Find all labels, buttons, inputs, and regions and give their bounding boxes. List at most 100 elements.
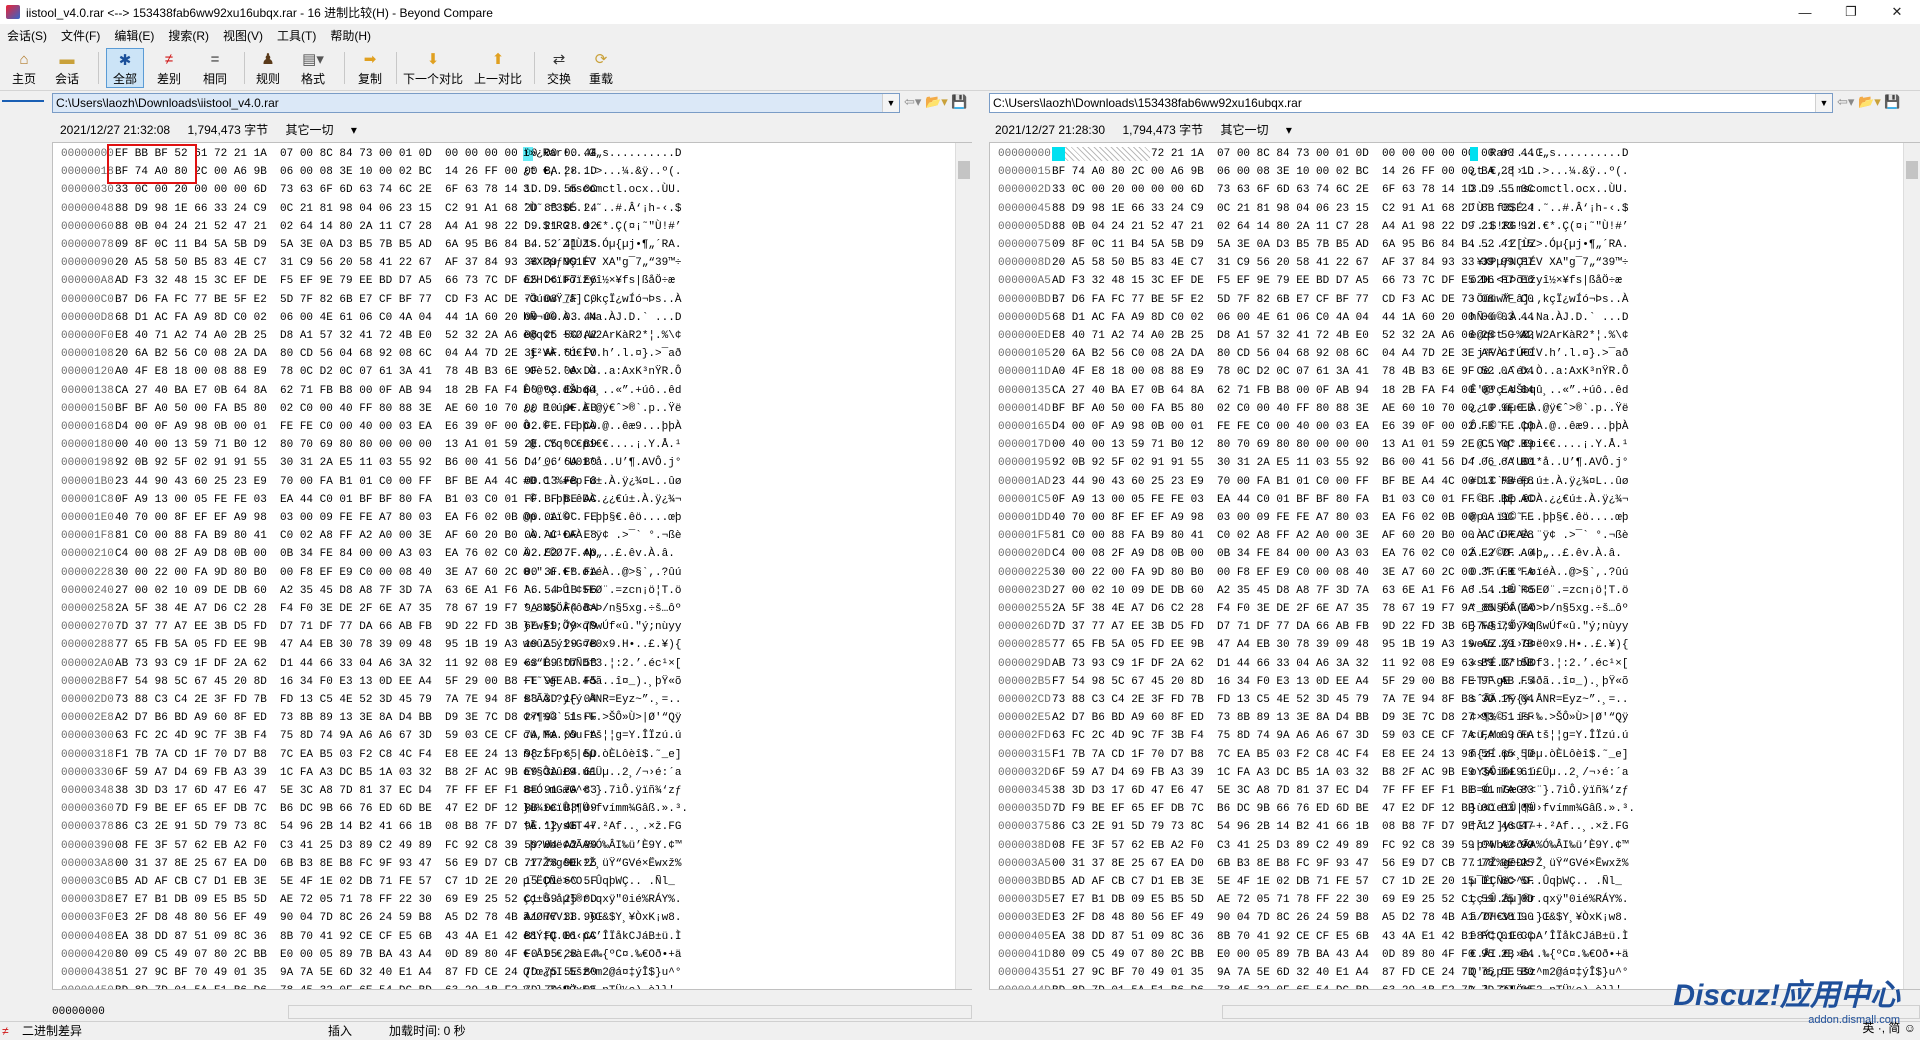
hex-row[interactable]: 000002B8 F7 54 98 5C 67 45 20 8D 16 34 F0…	[53, 673, 971, 691]
hex-row[interactable]: 0000038D 08 FE 3F 57 62 EB A2 F0 C3 41 25…	[990, 837, 1919, 855]
session-button[interactable]: ▬ 会话	[50, 48, 84, 88]
hex-row[interactable]: 00000168 D4 00 0F A9 98 0B 00 01 FE FE C0…	[53, 418, 971, 436]
hex-row[interactable]: 00000405 EA 38 DD 87 51 09 8C 36 8B 70 41…	[990, 928, 1919, 946]
hex-row[interactable]: 00000180 00 40 00 13 59 71 B0 12 80 70 69…	[53, 436, 971, 454]
hex-row[interactable]: 000001E0 40 70 00 8F EF EF A9 98 03 00 09…	[53, 509, 971, 527]
hex-row[interactable]: 00000390 08 FE 3F 57 62 EB A2 F0 C3 41 25…	[53, 837, 971, 855]
hex-row[interactable]: 000002CD 73 88 C3 C4 2E 3F FD 7B FD 13 C5…	[990, 691, 1919, 709]
hex-row[interactable]: 0000002D 33 0C 00 20 00 00 00 6D 73 63 6F…	[990, 181, 1919, 199]
hex-row[interactable]: 000001C8 0F A9 13 00 05 FE FE 03 EA 44 C0…	[53, 491, 971, 509]
hex-row[interactable]: 000001F5 81 C0 00 88 FA B9 80 41 C0 02 A8…	[990, 527, 1919, 545]
right-filter-dropdown[interactable]: 其它一切 ▾	[1221, 123, 1306, 137]
minimize-button[interactable]: —	[1782, 0, 1828, 24]
hex-row[interactable]: 0000026D 7D 37 77 A7 EE 3B D5 FD D7 71 DF…	[990, 618, 1919, 636]
hex-row[interactable]: 0000032D 6F 59 A7 D4 69 FB A3 39 1C FA A3…	[990, 764, 1919, 782]
hex-row[interactable]: 00000225 30 00 22 00 FA 9D 80 B0 00 F8 EF…	[990, 564, 1919, 582]
hex-row[interactable]: 00000378 86 C3 2E 91 5D 79 73 8C 54 96 2B…	[53, 818, 971, 836]
hex-row[interactable]: 00000420 80 09 C5 49 07 80 2C BB E0 00 05…	[53, 946, 971, 964]
right-vertical-scrollbar[interactable]	[1903, 143, 1920, 989]
maximize-button[interactable]: ❐	[1828, 0, 1874, 24]
hex-row[interactable]: 000002E8 A2 D7 B6 BD A9 60 8F ED 73 8B 89…	[53, 709, 971, 727]
hex-row[interactable]: 00000285 77 65 FB 5A 05 FD EE 9B 47 A4 EB…	[990, 636, 1919, 654]
hex-row[interactable]: 000003D5 E7 E7 B1 DB 09 E5 B5 5D AE 72 05…	[990, 891, 1919, 909]
left-filter-dropdown[interactable]: 其它一切 ▾	[286, 123, 371, 137]
hex-row[interactable]: 00000375 86 C3 2E 91 5D 79 73 8C 54 96 2B…	[990, 818, 1919, 836]
hex-row[interactable]: 00000108 20 6A B2 56 C0 08 2A DA 80 CD 56…	[53, 345, 971, 363]
hex-row[interactable]: 000002B5 F7 54 98 5C 67 45 20 8D 16 34 F0…	[990, 673, 1919, 691]
left-vertical-scrollbar[interactable]	[955, 143, 973, 989]
hex-row[interactable]: 00000060 88 0B 04 24 21 52 47 21 02 64 14…	[53, 218, 971, 236]
close-button[interactable]: ✕	[1874, 0, 1920, 24]
hex-row[interactable]: 000000D8 68 D1 AC FA A9 8D C0 02 06 00 4E…	[53, 309, 971, 327]
chevron-down-icon[interactable]: ▼	[882, 94, 899, 112]
reload-button[interactable]: ⟳ 重载	[584, 48, 618, 88]
menu-help[interactable]: 帮助(H)	[323, 27, 378, 44]
hex-row[interactable]: 000002A0 AB 73 93 C9 1F DF 2A 62 D1 44 66…	[53, 655, 971, 673]
hex-row[interactable]: 000001AD 23 44 90 43 60 25 23 E9 70 00 FA…	[990, 473, 1919, 491]
hex-row[interactable]: 00000150 BF BF A0 50 00 FA B5 80 02 C0 00…	[53, 400, 971, 418]
menu-file[interactable]: 文件(F)	[54, 27, 107, 44]
hex-row[interactable]: 0000011D A0 4F E8 18 00 08 88 E9 78 0C D2…	[990, 363, 1919, 381]
hex-row[interactable]: 00000360 7D F9 BE EF 65 EF DB 7C B6 DC 9B…	[53, 800, 971, 818]
right-scroll-thumb[interactable]	[1906, 161, 1918, 179]
hex-row[interactable]: 00000030 33 0C 00 20 00 00 00 6D 73 63 6F…	[53, 181, 971, 199]
hex-row[interactable]: 000000ED E8 40 71 A2 74 A0 2B 25 D8 A1 57…	[990, 327, 1919, 345]
next-diff-button[interactable]: ⬇ 下一个对比	[402, 48, 464, 88]
hex-row[interactable]: 00000255 2A 5F 38 4E A7 D6 C2 28 F4 F0 3E…	[990, 600, 1919, 618]
hex-row[interactable]: 00000330 6F 59 A7 D4 69 FB A3 39 1C FA A3…	[53, 764, 971, 782]
hex-row[interactable]: 00000195 92 0B 92 5F 02 91 91 55 30 31 2A…	[990, 454, 1919, 472]
back-arrow-icon[interactable]: ⇦▾	[904, 94, 921, 109]
hex-row[interactable]: 00000048 88 D9 98 1E 66 33 24 C9 0C 21 81…	[53, 200, 971, 218]
hex-row[interactable]: 000001F8 81 C0 00 88 FA B9 80 41 C0 02 A8…	[53, 527, 971, 545]
folder-icon[interactable]: 📂▾	[925, 94, 948, 109]
left-hex-pane[interactable]: 00000000 EF BB BF 52 61 72 21 1A 07 00 8C…	[52, 142, 972, 990]
hex-row[interactable]: 00000165 D4 00 0F A9 98 0B 00 01 FE FE C0…	[990, 418, 1919, 436]
hex-row[interactable]: 000002E5 A2 D7 B6 BD A9 60 8F ED 73 8B 89…	[990, 709, 1919, 727]
hex-row[interactable]: 00000345 38 3D D3 17 6D 47 E6 47 5E 3C A8…	[990, 782, 1919, 800]
hex-row[interactable]: 000003A8 00 31 37 8E 25 67 EA D0 6B B3 8E…	[53, 855, 971, 873]
hex-row[interactable]: 000000A5 AD F3 32 48 15 3C EF DE F5 EF 9E…	[990, 272, 1919, 290]
menu-tools[interactable]: 工具(T)	[270, 27, 323, 44]
hex-row[interactable]: 0000017D 00 40 00 13 59 71 B0 12 80 70 69…	[990, 436, 1919, 454]
hex-row[interactable]: 00000450BD 8D 7D 01 5A E1 B6 D6 78 45 32…	[53, 982, 971, 989]
hex-row[interactable]: 00000438 51 27 9C BF 70 49 01 35 9A 7A 5E…	[53, 964, 971, 982]
hex-row[interactable]: 00000075 09 8F 0C 11 B4 5A 5B D9 5A 3E 0A…	[990, 236, 1919, 254]
hex-row[interactable]: 00000348 38 3D D3 17 6D 47 E6 47 5E 3C A8…	[53, 782, 971, 800]
left-path-input[interactable]: C:\Users\laozh\Downloads\iistool_v4.0.ra…	[52, 93, 900, 113]
hex-row[interactable]: 0000041D 80 09 C5 49 07 80 2C BB E0 00 05…	[990, 946, 1919, 964]
hex-row[interactable]: 00000198 92 0B 92 5F 02 91 91 55 30 31 2A…	[53, 454, 971, 472]
hex-row[interactable]: 00000210 C4 00 08 2F A9 D8 0B 00 0B 34 FE…	[53, 545, 971, 563]
hex-row[interactable]: 00000105 20 6A B2 56 C0 08 2A DA 80 CD 56…	[990, 345, 1919, 363]
format-button[interactable]: ▤▾ 格式	[292, 48, 334, 88]
hex-row[interactable]: 00000270 7D 37 77 A7 EE 3B D5 FD D7 71 DF…	[53, 618, 971, 636]
swap-button[interactable]: ⇄ 交换	[542, 48, 576, 88]
back-arrow-icon[interactable]: ⇦▾	[1837, 94, 1854, 109]
hex-row[interactable]: 000000A8 AD F3 32 48 15 3C EF DE F5 EF 9E…	[53, 272, 971, 290]
hex-row[interactable]: 000000D5 68 D1 AC FA A9 8D C0 02 06 00 4E…	[990, 309, 1919, 327]
hex-row[interactable]: 00000300 63 FC 2C 4D 9C 7F 3B F4 75 8D 74…	[53, 727, 971, 745]
left-scroll-thumb[interactable]	[958, 161, 970, 179]
hex-row[interactable]: 00000015 BF 74 A0 80 2C 00 A6 9B 06 00 08…	[990, 163, 1919, 181]
hex-row[interactable]: 00000408 EA 38 DD 87 51 09 8C 36 8B 70 41…	[53, 928, 971, 946]
menu-edit[interactable]: 编辑(E)	[107, 27, 161, 44]
hex-row[interactable]: 0000035D 7D F9 BE EF 65 EF DB 7C B6 DC 9B…	[990, 800, 1919, 818]
hex-row[interactable]: 0000005D 88 0B 04 24 21 52 47 21 02 64 14…	[990, 218, 1919, 236]
home-button[interactable]: ⌂ 主页	[8, 48, 40, 88]
menu-view[interactable]: 视图(V)	[216, 27, 270, 44]
hex-row[interactable]: 000002D0 73 88 C3 C4 2E 3F FD 7B FD 13 C5…	[53, 691, 971, 709]
menu-search[interactable]: 搜索(R)	[161, 27, 216, 44]
hex-row[interactable]: 000003C0 B5 AD AF CB C7 D1 EB 3E 5E 4F 1E…	[53, 873, 971, 891]
show-diffs-button[interactable]: ≠ 差别	[150, 48, 188, 88]
show-all-button[interactable]: ✱ 全部	[106, 48, 144, 88]
hex-row[interactable]: 00000258 2A 5F 38 4E A7 D6 C2 28 F4 F0 3E…	[53, 600, 971, 618]
hex-row[interactable]: 000001DD 40 70 00 8F EF EF A9 98 03 00 09…	[990, 509, 1919, 527]
chevron-down-icon[interactable]: ▼	[1815, 94, 1832, 112]
right-path-input[interactable]: C:\Users\laozh\Downloads\153438fab6ww92x…	[989, 93, 1833, 113]
menu-session[interactable]: 会话(S)	[0, 27, 54, 44]
hex-row[interactable]: 00000288 77 65 FB 5A 05 FD EE 9B 47 A4 EB…	[53, 636, 971, 654]
hex-row[interactable]: 0000029D AB 73 93 C9 1F DF 2A 62 D1 44 66…	[990, 655, 1919, 673]
hex-row[interactable]: 00000138 CA 27 40 BA E7 0B 64 8A 62 71 FB…	[53, 382, 971, 400]
rules-button[interactable]: ♟ 规则	[250, 48, 286, 88]
prev-diff-button[interactable]: ⬆ 上一对比	[470, 48, 526, 88]
hex-row[interactable]: 000001B0 23 44 90 43 60 25 23 E9 70 00 FA…	[53, 473, 971, 491]
